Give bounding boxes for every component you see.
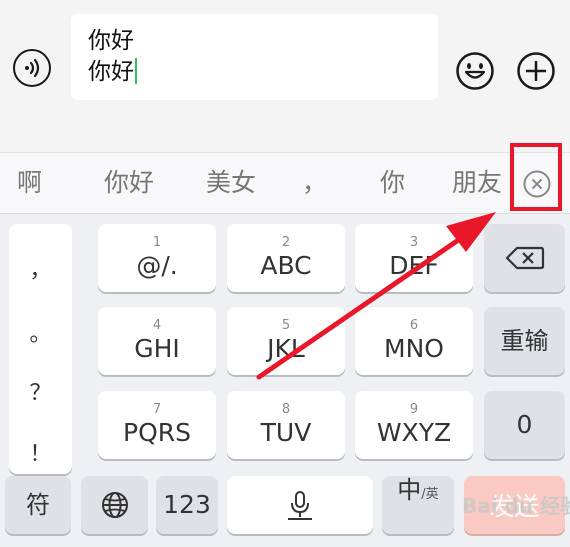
key-label: DEF [389, 251, 439, 280]
smile-emoji-icon [456, 52, 494, 90]
key-1[interactable]: 1 @/. [98, 224, 216, 292]
text-caret [135, 58, 137, 84]
key-8[interactable]: 8 TUV [227, 391, 345, 459]
key-label: GHI [134, 334, 180, 363]
key-6[interactable]: 6 MNO [355, 307, 473, 375]
key-label: ABC [260, 251, 312, 280]
key-label: JKL [267, 334, 305, 363]
key-label: TUV [260, 418, 312, 447]
backspace-icon [505, 246, 544, 270]
text-line-2: 你好 [88, 57, 137, 87]
candidate-item[interactable]: 你好 [104, 168, 154, 198]
punct-question[interactable]: ？ [9, 375, 72, 407]
key-9[interactable]: 9 WXYZ [355, 391, 473, 459]
key-4[interactable]: 4 GHI [98, 307, 216, 375]
key-3[interactable]: 3 DEF [355, 224, 473, 292]
candidate-bar: 啊 你好 美女 ， 你 朋友 [0, 152, 570, 214]
chat-input-bar: 你好 你好 [0, 0, 570, 152]
language-switch-key[interactable]: 中/英 [382, 476, 454, 534]
retype-key[interactable]: 重输 [484, 307, 565, 375]
key-label: 中 [397, 476, 422, 504]
key-5[interactable]: 5 JKL [227, 307, 345, 375]
zero-key[interactable]: 0 [484, 391, 565, 459]
symbols-key[interactable]: 符 [5, 476, 71, 534]
candidate-item[interactable]: ， [302, 168, 327, 198]
voice-wave-icon [25, 58, 40, 78]
candidate-item[interactable]: 美女 [206, 168, 256, 198]
punct-exclaim[interactable]: ！ [9, 436, 72, 468]
punct-comma[interactable]: ， [9, 252, 72, 284]
key-label: @/. [136, 251, 178, 280]
key-7[interactable]: 7 PQRS [98, 391, 216, 459]
key-label: 0 [516, 410, 533, 439]
voice-input-button[interactable] [13, 49, 51, 87]
candidate-item[interactable]: 朋友 [452, 168, 502, 198]
space-voice-key[interactable] [227, 476, 373, 534]
punctuation-column[interactable]: ， 。 ？ ！ [9, 224, 72, 474]
key-2[interactable]: 2 ABC [227, 224, 345, 292]
candidate-list: 啊 你好 美女 ， 你 朋友 [0, 153, 505, 213]
key-label: 123 [163, 490, 211, 519]
key-label: 重输 [500, 327, 549, 355]
microphone-icon [288, 491, 312, 520]
emoji-button[interactable] [455, 51, 495, 91]
key-label: MNO [384, 334, 444, 363]
candidate-item[interactable]: 你 [380, 168, 405, 198]
key-label: WXYZ [376, 418, 452, 447]
key-sub-label: /英 [421, 487, 439, 502]
t9-keyboard: ， 。 ？ ！ 1 @/. 2 ABC 3 DEF 4 GHI 5 JKL 6 … [0, 214, 570, 547]
globe-icon [101, 492, 128, 518]
key-number: 3 [409, 235, 419, 250]
key-number: 6 [409, 318, 419, 333]
more-button[interactable] [516, 51, 556, 91]
key-number: 5 [281, 318, 291, 333]
punct-period[interactable]: 。 [9, 316, 72, 348]
key-label: PQRS [123, 418, 191, 447]
globe-key[interactable] [81, 476, 148, 534]
backspace-key[interactable] [484, 224, 565, 292]
key-number: 7 [152, 402, 162, 417]
key-label: 符 [26, 491, 50, 519]
annotation-highlight-box [510, 143, 562, 211]
key-number: 1 [152, 235, 162, 250]
message-text-field[interactable]: 你好 你好 [71, 14, 438, 100]
candidate-item[interactable]: 啊 [17, 168, 42, 198]
watermark: Bai du 经验 [462, 494, 570, 518]
plus-circle-icon [517, 52, 555, 90]
key-number: 4 [152, 318, 162, 333]
text-line-1: 你好 [88, 28, 134, 54]
key-number: 9 [409, 402, 419, 417]
key-number: 2 [281, 235, 291, 250]
key-number: 8 [281, 402, 291, 417]
numbers-key[interactable]: 123 [156, 476, 218, 534]
